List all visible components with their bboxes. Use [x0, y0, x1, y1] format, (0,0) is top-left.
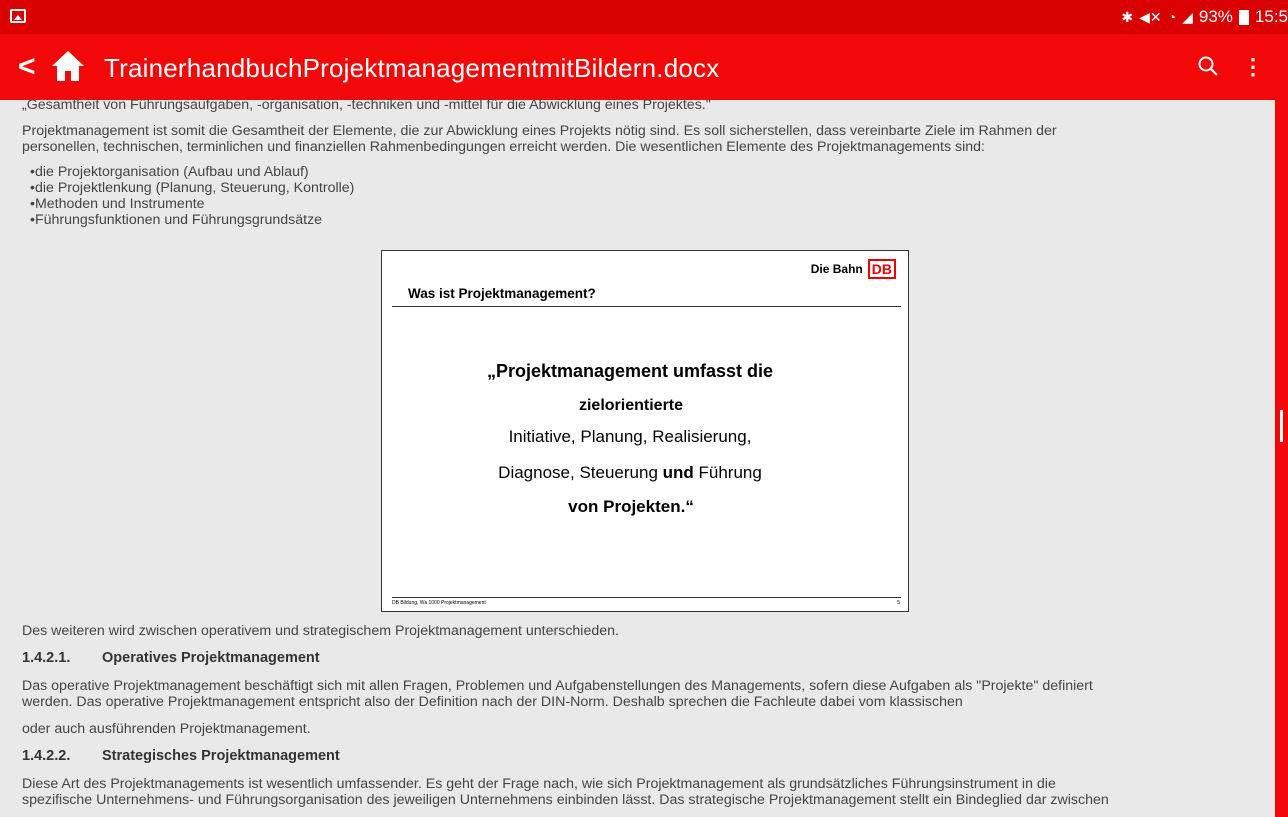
scrollbar-thumb[interactable] — [1280, 410, 1283, 442]
quote-line: von Projekten.“ — [568, 497, 694, 516]
paragraph-line: personellen, technischen, terminlichen u… — [22, 139, 985, 155]
slide-page-number: 5 — [897, 600, 900, 606]
db-logo: DB — [867, 259, 896, 279]
signal-icon: ◢ — [1182, 9, 1193, 25]
gallery-icon — [10, 9, 26, 23]
brand-text: Die Bahn — [810, 262, 863, 276]
app-bar: < TrainerhandbuchProjektmanagementmitBil… — [0, 34, 1288, 100]
list-item: •Führungsfunktionen und Führungsgrundsät… — [30, 212, 323, 228]
quote-line: Initiative, Planung, Realisierung, — [508, 427, 752, 446]
paragraph-line: spezifische Unternehmens- und Führungsor… — [22, 792, 1109, 808]
search-icon[interactable] — [1196, 54, 1222, 80]
status-bar: ✱ ◀✕ ◔ ◢ 93% 15:5 — [0, 0, 1288, 34]
divider — [392, 597, 901, 598]
battery-icon — [1238, 9, 1249, 25]
mute-icon: ◀✕ — [1139, 9, 1162, 25]
paragraph-line: Des weiteren wird zwischen operativem un… — [22, 623, 619, 639]
wifi-icon: ◔ — [1167, 9, 1177, 25]
home-icon[interactable] — [50, 49, 86, 83]
paragraph-line: Das operative Projektmanagement beschäft… — [22, 678, 1093, 694]
bullet-list: •die Projektorganisation (Aufbau und Abl… — [30, 164, 354, 228]
status-icons: ✱ ◀✕ ◔ ◢ 93% 15:5 — [1121, 6, 1288, 28]
list-item: •Methoden und Instrumente — [30, 196, 205, 212]
heading-operatives: 1.4.2.1. Operatives Projektmanagement — [22, 650, 320, 666]
heading-text: Operatives Projektmanagement — [102, 650, 320, 666]
divider — [392, 306, 901, 307]
bluetooth-icon: ✱ — [1121, 9, 1134, 25]
db-brand: Die Bahn DB — [811, 259, 896, 279]
paragraph-line: werden. Das operative Projektmanagement … — [22, 694, 963, 710]
chevron-left-icon[interactable]: < — [18, 50, 36, 84]
clock: 15:5 — [1254, 7, 1288, 26]
heading-text: Strategisches Projektmanagement — [102, 748, 340, 764]
paragraph-line: Projektmanagement ist somit die Gesamthe… — [22, 123, 1057, 139]
more-vert-icon[interactable]: ⋮ — [1242, 54, 1264, 80]
paragraph-definition: „Gesamtheit von Führungsaufgaben, -organ… — [22, 97, 711, 113]
paragraph-line: oder auch ausführenden Projektmanagement… — [22, 721, 311, 737]
quote-segment: und — [662, 463, 694, 482]
quote-segment: Diagnose, Steuerung — [498, 463, 663, 482]
document-title: TrainerhandbuchProjektmanagementmitBilde… — [104, 53, 720, 83]
list-item: •die Projektorganisation (Aufbau und Abl… — [30, 164, 309, 180]
battery-percent: 93% — [1198, 7, 1233, 26]
slide-footer: DB Bildung, Wa 1000 Projektmanagement — [392, 600, 486, 606]
slide-quote: „Projektmanagement umfasst die zielorien… — [382, 359, 908, 518]
list-item: •die Projektlenkung (Planung, Steuerung,… — [30, 180, 355, 196]
quote-segment: Führung — [693, 463, 762, 482]
slide-title: Was ist Projektmanagement? — [408, 286, 596, 301]
heading-number: 1.4.2.1. — [22, 650, 71, 666]
quote-line: „Projektmanagement umfasst die — [486, 361, 774, 381]
heading-strategisches: 1.4.2.2. Strategisches Projektmanagement — [22, 748, 340, 764]
quote-line: zielorientierte — [578, 397, 684, 414]
paragraph-line: Diese Art des Projektmanagements ist wes… — [22, 776, 1056, 792]
quote-line: Diagnose, Steuerung und Führung — [352, 462, 908, 484]
scrollbar[interactable] — [1275, 100, 1288, 817]
slide-image: Die Bahn DB Was ist Projektmanagement? „… — [381, 250, 909, 612]
heading-number: 1.4.2.2. — [22, 748, 71, 764]
